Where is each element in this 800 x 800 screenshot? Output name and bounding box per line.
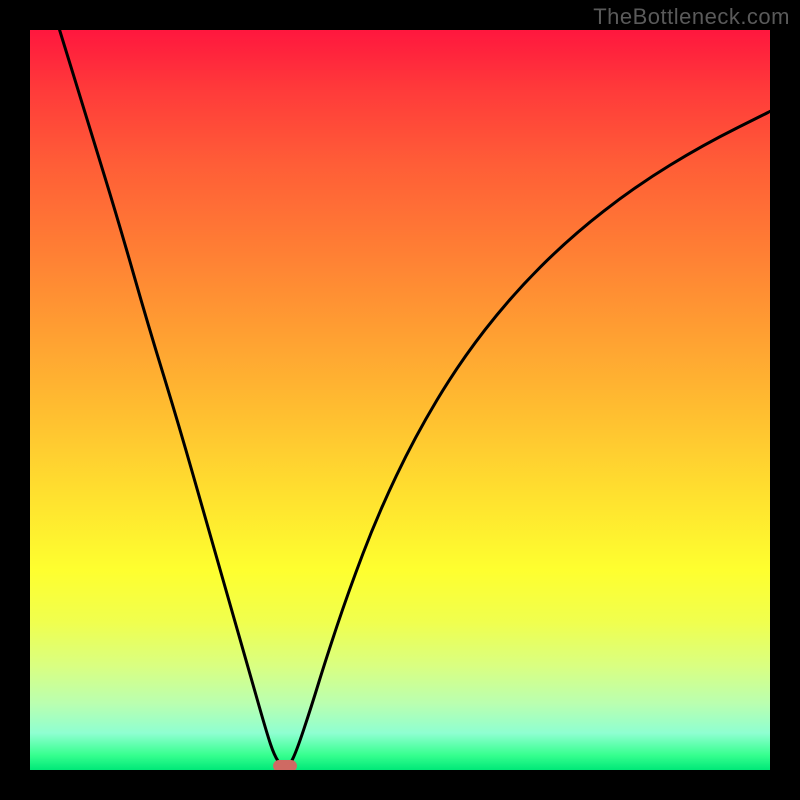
- plot-area: [30, 30, 770, 770]
- bottleneck-curve: [60, 30, 770, 769]
- optimum-marker: [273, 760, 297, 770]
- watermark-text: TheBottleneck.com: [593, 4, 790, 30]
- chart-frame: TheBottleneck.com: [0, 0, 800, 800]
- curve-svg: [30, 30, 770, 770]
